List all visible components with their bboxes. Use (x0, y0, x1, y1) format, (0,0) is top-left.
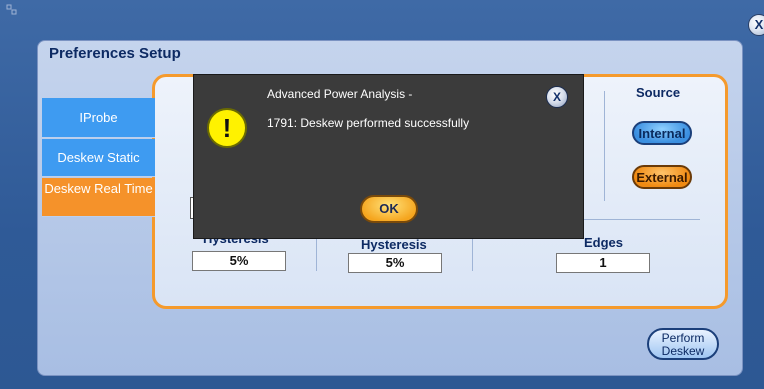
perform-deskew-button[interactable]: Perform Deskew (647, 328, 719, 360)
dialog-message: 1791: Deskew performed successfully (267, 116, 470, 130)
hysteresis-label: Hysteresis (361, 237, 427, 252)
internal-source-button[interactable]: Internal (632, 121, 692, 145)
window-title: Preferences Setup (49, 45, 181, 62)
external-source-button[interactable]: External (632, 165, 692, 189)
close-icon: X (754, 17, 764, 32)
source-label: Source (636, 85, 681, 100)
edges-field[interactable]: 1 (556, 253, 650, 273)
close-icon: X (552, 90, 561, 104)
dialog-close-button[interactable]: X (546, 86, 568, 108)
edges-label: Edges (584, 235, 624, 250)
screen-background: X Preferences Setup IProbe Deskew Static… (0, 0, 764, 389)
hysteresis-field[interactable]: 5% (192, 251, 286, 271)
ok-button[interactable]: OK (360, 195, 418, 223)
tab-deskew-real-time[interactable]: Deskew Real Time (42, 178, 155, 217)
dialog-title: Advanced Power Analysis - (267, 87, 413, 101)
hysteresis-field[interactable]: 5% (348, 253, 442, 273)
message-dialog: ! Advanced Power Analysis - 1791: Deskew… (193, 74, 584, 239)
window-close-button[interactable]: X (748, 14, 764, 36)
panel-divider (604, 91, 605, 201)
warning-icon: ! (207, 108, 247, 148)
tab-iprobe[interactable]: IProbe (42, 98, 155, 138)
resize-grip-icon (6, 4, 17, 15)
tab-deskew-static[interactable]: Deskew Static (42, 139, 155, 177)
